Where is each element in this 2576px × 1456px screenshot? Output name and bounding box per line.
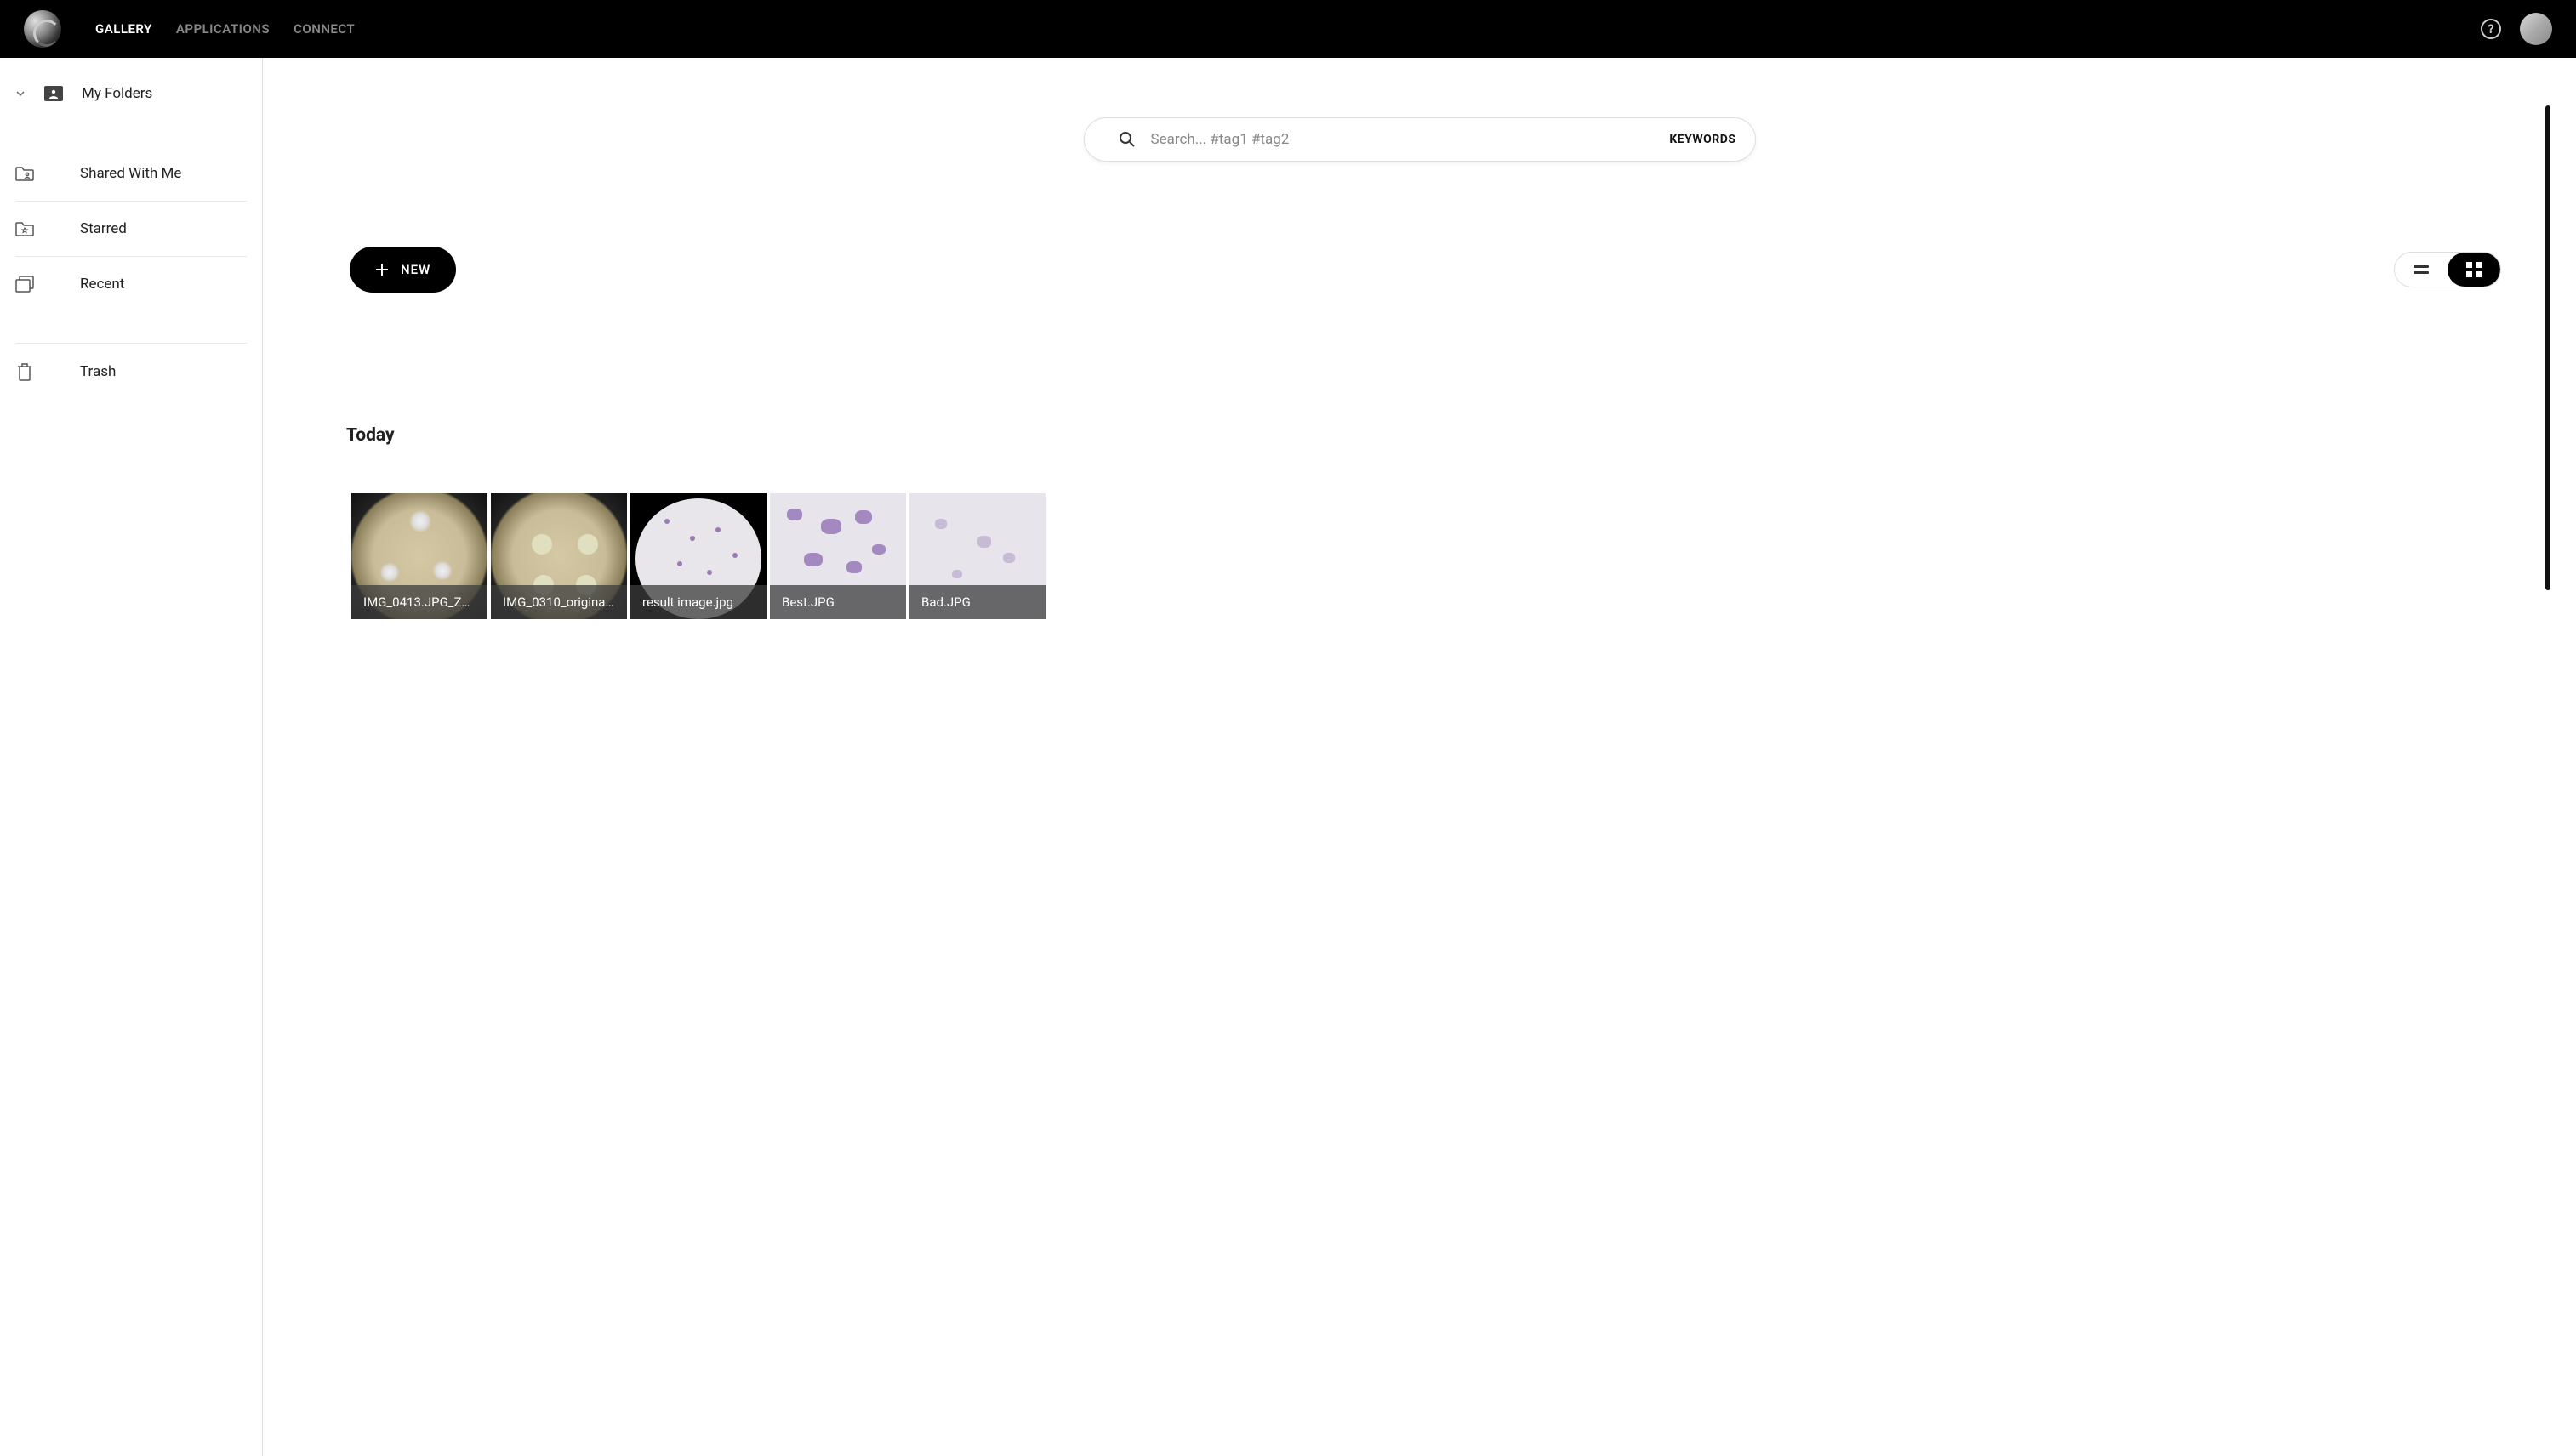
help-icon[interactable]: ? [2481, 19, 2501, 39]
sidebar-item-label: Recent [80, 276, 124, 293]
thumbnail-caption: IMG_0413.JPG_ZO… [351, 585, 487, 619]
scrollbar[interactable] [2545, 105, 2550, 590]
sidebar-item-label: Shared With Me [80, 165, 181, 182]
recent-icon [15, 276, 34, 293]
chevron-down-icon [15, 89, 26, 98]
search-bar: KEYWORDS [1084, 117, 1756, 162]
header-right: ? [2481, 13, 2552, 45]
nav-connect[interactable]: CONNECT [294, 21, 355, 37]
user-avatar[interactable] [2520, 13, 2552, 45]
search-wrap: KEYWORDS [299, 117, 2540, 162]
sidebar-item-trash[interactable]: Trash [15, 344, 247, 400]
sidebar-item-label: My Folders [82, 85, 152, 102]
nav-applications[interactable]: APPLICATIONS [176, 21, 270, 37]
sidebar-item-starred[interactable]: Starred [15, 202, 247, 257]
view-grid-button[interactable] [2448, 253, 2500, 287]
search-input[interactable] [1151, 131, 1655, 148]
folder-star-icon [15, 221, 34, 236]
header-left: GALLERY APPLICATIONS CONNECT [24, 10, 355, 48]
nav-gallery[interactable]: GALLERY [95, 21, 152, 37]
trash-icon [15, 362, 34, 381]
folder-person-icon [44, 86, 63, 101]
app-body: My Folders Shared With Me Starred [0, 58, 2576, 1456]
thumbnail-item[interactable]: Best.JPG [770, 493, 906, 619]
sidebar-item-shared[interactable]: Shared With Me [15, 146, 247, 202]
sidebar-item-my-folders[interactable]: My Folders [15, 85, 247, 121]
section-title: Today [299, 425, 2540, 446]
keywords-button[interactable]: KEYWORDS [1669, 133, 1735, 146]
sidebar-item-label: Starred [80, 220, 127, 237]
thumbnail-caption: Bad.JPG [909, 585, 1046, 619]
sidebar-item-recent[interactable]: Recent [15, 257, 247, 311]
thumbnail-row: IMG_0413.JPG_ZO… IMG_0310_original… resu… [299, 493, 2540, 619]
main-content: KEYWORDS NEW Today [263, 58, 2576, 1456]
view-list-button[interactable] [2395, 253, 2448, 287]
thumbnail-caption: result image.jpg [630, 585, 767, 619]
app-logo[interactable] [24, 10, 61, 48]
new-button[interactable]: NEW [350, 247, 456, 293]
sidebar-item-label: Trash [80, 363, 116, 380]
view-toggle [2394, 252, 2501, 287]
new-button-label: NEW [401, 262, 430, 277]
app-header: GALLERY APPLICATIONS CONNECT ? [0, 0, 2576, 58]
thumbnail-item[interactable]: result image.jpg [630, 493, 767, 619]
thumbnail-item[interactable]: Bad.JPG [909, 493, 1046, 619]
thumbnail-item[interactable]: IMG_0310_original… [491, 493, 627, 619]
thumbnail-item[interactable]: IMG_0413.JPG_ZO… [351, 493, 487, 619]
thumbnail-caption: Best.JPG [770, 585, 906, 619]
top-nav: GALLERY APPLICATIONS CONNECT [95, 21, 355, 37]
search-icon [1119, 131, 1136, 148]
folder-shared-icon [15, 166, 34, 181]
plus-icon [375, 263, 389, 276]
thumbnail-caption: IMG_0310_original… [491, 585, 627, 619]
toolbar: NEW [299, 247, 2540, 293]
sidebar: My Folders Shared With Me Starred [0, 58, 263, 1456]
